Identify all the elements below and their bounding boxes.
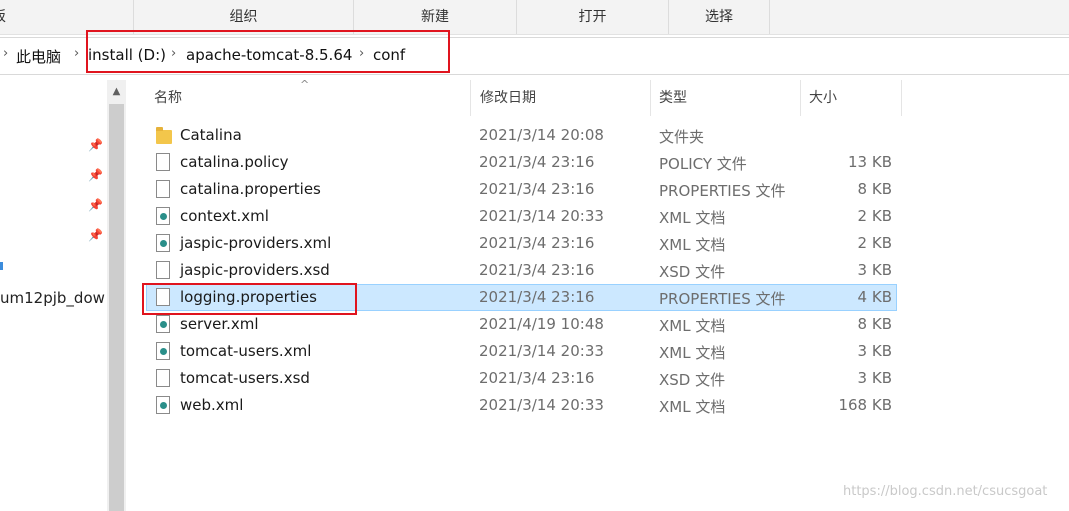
file-row[interactable]: tomcat-users.xsd 2021/3/4 23:16 XSD 文件 3… — [146, 365, 897, 392]
navigation-pane: 📌 📌 📌 📌 um12pjb_down — [0, 76, 106, 511]
ribbon-group-label: 组织 — [229, 9, 258, 25]
pin-icon[interactable]: 📌 — [88, 168, 103, 182]
file-name: jaspic-providers.xml — [180, 234, 332, 252]
file-name: Catalina — [180, 126, 242, 144]
file-name: context.xml — [180, 207, 269, 225]
file-type: XSD 文件 — [659, 263, 726, 281]
file-size: 8 KB — [857, 180, 892, 198]
file-icon — [156, 153, 170, 171]
ribbon-group-organize[interactable]: 组织 — [134, 0, 354, 34]
file-row[interactable]: jaspic-providers.xml 2021/3/4 23:16 XML … — [146, 230, 897, 257]
file-name: tomcat-users.xml — [180, 342, 312, 360]
file-row[interactable]: Catalina 2021/3/14 20:08 文件夹 — [146, 122, 897, 149]
chevron-right-icon[interactable]: › — [74, 46, 79, 61]
column-header-label: 大小 — [809, 90, 837, 106]
file-name: catalina.properties — [180, 180, 321, 198]
file-modified: 2021/3/4 23:16 — [479, 369, 595, 387]
chevron-right-icon[interactable]: › — [3, 46, 8, 61]
file-type: POLICY 文件 — [659, 155, 747, 173]
file-modified: 2021/3/14 20:33 — [479, 207, 604, 225]
ribbon-group-new[interactable]: 新建 — [354, 0, 517, 34]
file-size: 2 KB — [857, 207, 892, 225]
ribbon-group-select[interactable]: 选择 — [669, 0, 770, 34]
file-name: server.xml — [180, 315, 259, 333]
file-modified: 2021/3/14 20:33 — [479, 342, 604, 360]
file-type: PROPERTIES 文件 — [659, 182, 786, 200]
column-header-modified[interactable]: 修改日期 — [472, 80, 651, 116]
file-row[interactable]: catalina.policy 2021/3/4 23:16 POLICY 文件… — [146, 149, 897, 176]
file-modified: 2021/3/14 20:08 — [479, 126, 604, 144]
ribbon-group-label: 打开 — [578, 9, 607, 25]
ribbon-group-open[interactable]: 打开 — [517, 0, 669, 34]
file-size: 3 KB — [857, 342, 892, 360]
file-modified: 2021/4/19 10:48 — [479, 315, 604, 333]
file-row[interactable]: tomcat-users.xml 2021/3/14 20:33 XML 文档 … — [146, 338, 897, 365]
scroll-thumb[interactable] — [109, 104, 124, 511]
file-type: XML 文档 — [659, 344, 726, 362]
file-name: jaspic-providers.xsd — [180, 261, 330, 279]
file-name: tomcat-users.xsd — [180, 369, 310, 387]
file-size: 3 KB — [857, 261, 892, 279]
file-modified: 2021/3/4 23:16 — [479, 288, 595, 306]
xml-file-icon — [156, 207, 170, 225]
file-type: XML 文档 — [659, 209, 726, 227]
ribbon-group-partial[interactable]: 板 — [0, 0, 134, 34]
watermark: https://blog.csdn.net/csucsgoat — [843, 484, 1048, 499]
file-type: XSD 文件 — [659, 371, 726, 389]
path-highlight-box — [86, 30, 450, 73]
xml-file-icon — [156, 396, 170, 414]
nav-scrollbar[interactable]: ▲ — [107, 80, 126, 511]
file-size: 2 KB — [857, 234, 892, 252]
file-name: catalina.policy — [180, 153, 289, 171]
file-name: web.xml — [180, 396, 244, 414]
column-header-label: 修改日期 — [480, 90, 536, 106]
file-size: 4 KB — [857, 288, 892, 306]
column-header-type[interactable]: 类型 — [651, 80, 801, 116]
pin-icon[interactable]: 📌 — [88, 138, 103, 152]
nav-item-download[interactable]: um12pjb_down — [0, 289, 106, 307]
file-modified: 2021/3/4 23:16 — [479, 180, 595, 198]
breadcrumb-this-pc[interactable]: 此电脑 — [16, 46, 61, 67]
column-header-size[interactable]: 大小 — [801, 80, 902, 116]
nav-indicator — [0, 262, 3, 270]
column-header-label: 类型 — [659, 90, 687, 106]
file-size: 13 KB — [848, 153, 892, 171]
file-size: 3 KB — [857, 369, 892, 387]
file-type: 文件夹 — [659, 128, 705, 146]
file-modified: 2021/3/4 23:16 — [479, 261, 595, 279]
ribbon-group-label: 新建 — [421, 9, 449, 25]
file-modified: 2021/3/14 20:33 — [479, 396, 604, 414]
xml-file-icon — [156, 315, 170, 333]
scroll-up-icon[interactable]: ▲ — [107, 80, 126, 104]
file-type: XML 文档 — [659, 317, 726, 335]
folder-icon — [156, 127, 172, 144]
pin-icon[interactable]: 📌 — [88, 198, 103, 212]
file-row[interactable]: context.xml 2021/3/14 20:33 XML 文档 2 KB — [146, 203, 897, 230]
file-type: XML 文档 — [659, 398, 726, 416]
xml-file-icon — [156, 342, 170, 360]
file-modified: 2021/3/4 23:16 — [479, 234, 595, 252]
file-type: PROPERTIES 文件 — [659, 290, 786, 308]
file-type: XML 文档 — [659, 236, 726, 254]
file-size: 8 KB — [857, 315, 892, 333]
file-size: 168 KB — [838, 396, 892, 414]
file-icon — [156, 369, 170, 387]
file-icon — [156, 180, 170, 198]
pin-icon[interactable]: 📌 — [88, 228, 103, 242]
file-modified: 2021/3/4 23:16 — [479, 153, 595, 171]
ribbon-group-label: 板 — [0, 9, 6, 25]
column-header-name[interactable]: 名称 — [146, 80, 471, 116]
file-row[interactable]: server.xml 2021/4/19 10:48 XML 文档 8 KB — [146, 311, 897, 338]
file-row[interactable]: web.xml 2021/3/14 20:33 XML 文档 168 KB — [146, 392, 897, 419]
file-row[interactable]: catalina.properties 2021/3/4 23:16 PROPE… — [146, 176, 897, 203]
ribbon-group-label: 选择 — [705, 9, 733, 25]
file-icon — [156, 261, 170, 279]
xml-file-icon — [156, 234, 170, 252]
column-header-label: 名称 — [154, 90, 182, 106]
file-row[interactable]: jaspic-providers.xsd 2021/3/4 23:16 XSD … — [146, 257, 897, 284]
